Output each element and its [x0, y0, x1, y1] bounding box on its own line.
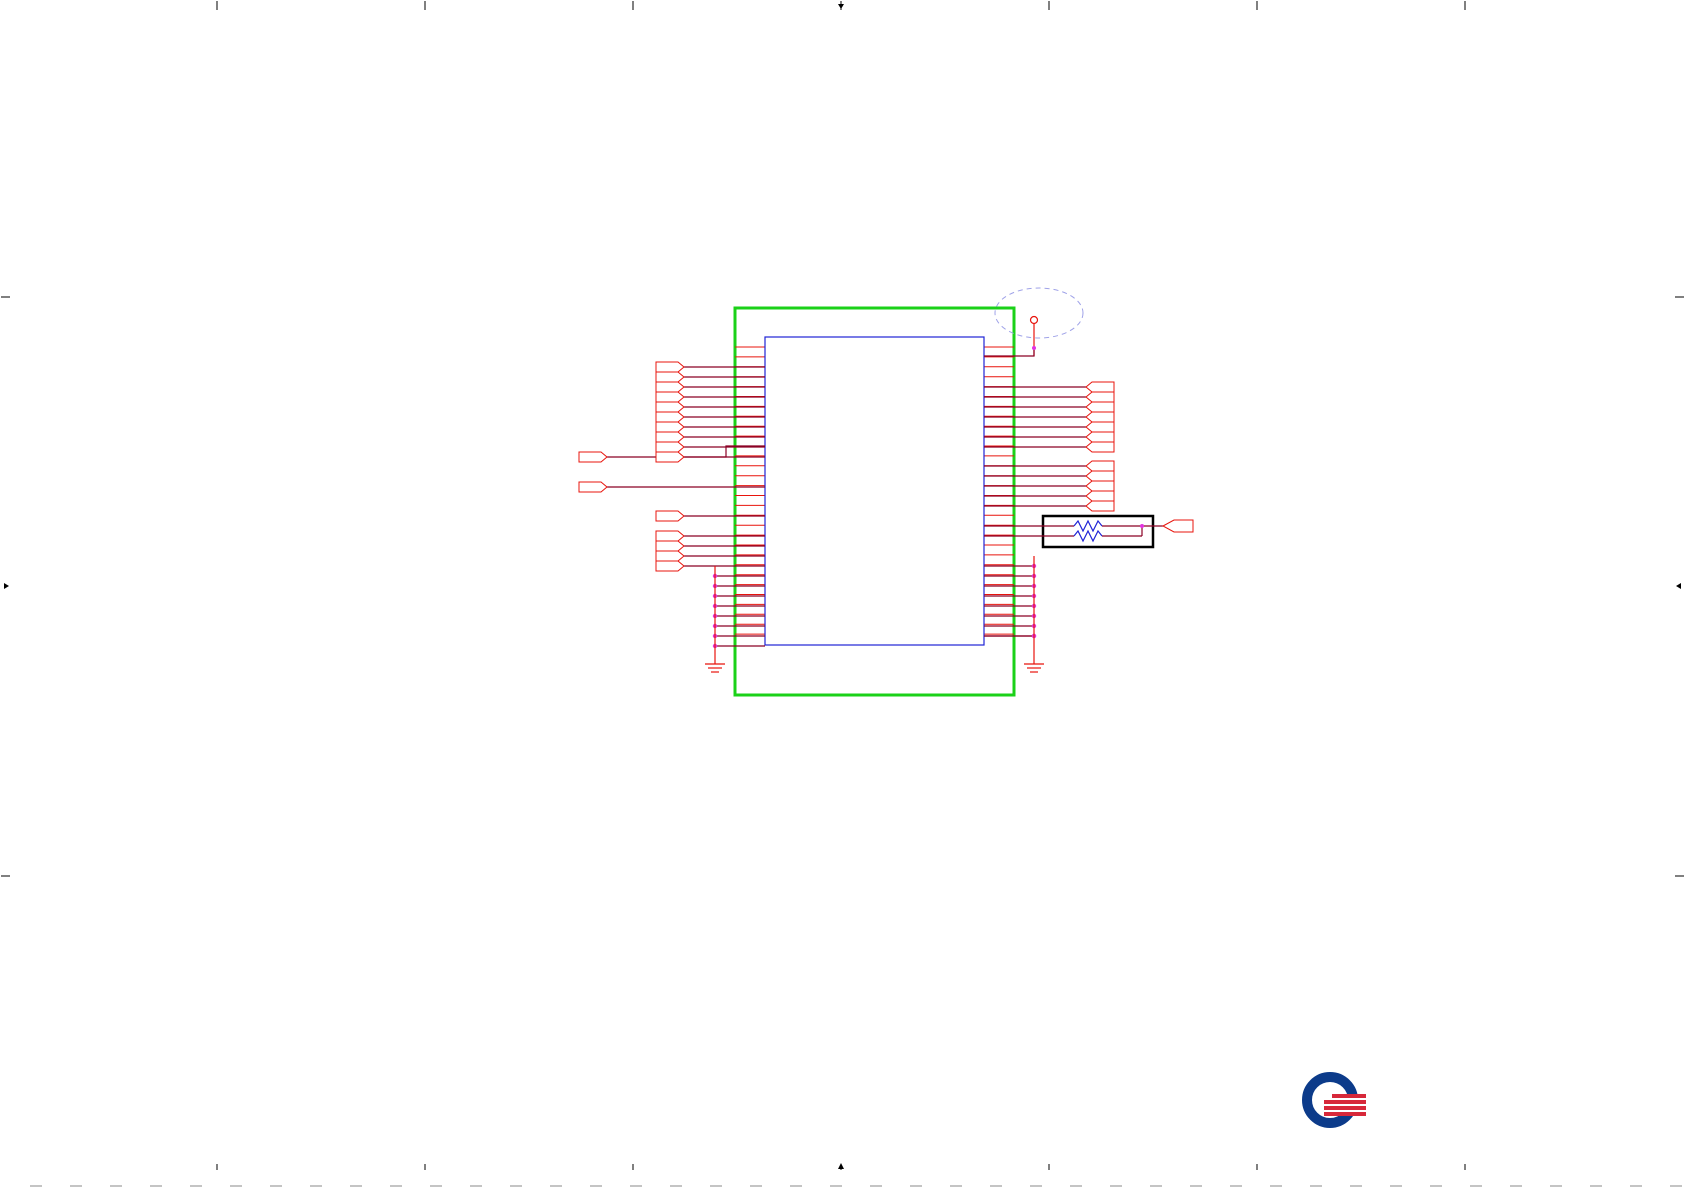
left-port-a[interactable] — [655, 391, 685, 403]
left-port-a[interactable] — [655, 381, 685, 393]
resistor-output-port[interactable] — [1161, 519, 1194, 533]
left-port-a[interactable] — [655, 441, 685, 453]
test-point-wire — [984, 348, 1035, 357]
right-port-a[interactable] — [1085, 411, 1115, 423]
ground-icon — [1024, 556, 1044, 673]
test-point-junction — [1032, 346, 1036, 350]
schematic-sheet — [1, 1, 1684, 1187]
left-port-a[interactable] — [655, 401, 685, 413]
resistor-icon[interactable] — [984, 519, 1142, 533]
resistor-junction — [1140, 524, 1144, 528]
left-port-a[interactable] — [655, 431, 685, 443]
left-port-single[interactable] — [655, 510, 685, 522]
center-mark-right — [1676, 583, 1681, 589]
right-port-a[interactable] — [1085, 391, 1115, 403]
resistor-icon[interactable] — [984, 529, 1142, 543]
left-port-a[interactable] — [655, 361, 685, 373]
right-port-a[interactable] — [1085, 401, 1115, 413]
left-port-long[interactable] — [578, 451, 608, 463]
left-port-long[interactable] — [578, 481, 608, 493]
left-port-a[interactable] — [655, 421, 685, 433]
right-port-b[interactable] — [1085, 470, 1115, 482]
right-port-a[interactable] — [1085, 421, 1115, 433]
center-mark-bottom — [838, 1163, 844, 1169]
left-port-b[interactable] — [655, 530, 685, 542]
ic-body[interactable] — [764, 336, 985, 646]
right-port-a[interactable] — [1085, 381, 1115, 393]
right-port-b[interactable] — [1085, 500, 1115, 512]
left-port-b[interactable] — [655, 560, 685, 572]
ground-icon — [705, 566, 725, 673]
center-mark-left — [4, 583, 9, 589]
right-port-b[interactable] — [1085, 480, 1115, 492]
left-port-a[interactable] — [655, 371, 685, 383]
left-port-b[interactable] — [655, 540, 685, 552]
left-port-a[interactable] — [655, 411, 685, 423]
center-mark-top — [838, 4, 844, 9]
left-port-b[interactable] — [655, 550, 685, 562]
left-net-wire — [607, 445, 765, 458]
right-port-a[interactable] — [1085, 431, 1115, 443]
right-port-b[interactable] — [1085, 460, 1115, 472]
right-port-a[interactable] — [1085, 441, 1115, 453]
right-port-b[interactable] — [1085, 490, 1115, 502]
test-point-callout — [994, 287, 1084, 339]
left-port-a[interactable] — [655, 451, 685, 463]
company-logo-icon — [1302, 1072, 1366, 1128]
